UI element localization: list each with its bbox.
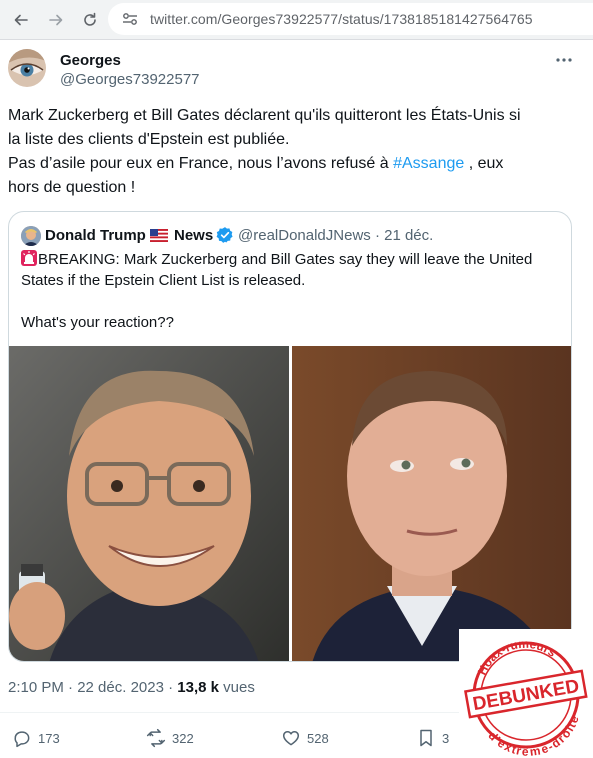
quote-author-name[interactable]: Donald Trump bbox=[45, 227, 146, 244]
site-settings-icon[interactable] bbox=[116, 8, 144, 30]
retweet-count: 322 bbox=[172, 730, 194, 746]
tweet-metadata: 2:10 PM · 22 déc. 2023 · 13,8 k vues bbox=[8, 679, 255, 696]
tweet-text-line: Mark Zuckerberg et Bill Gates déclarent … bbox=[8, 107, 521, 124]
reply-button[interactable]: 173 bbox=[12, 728, 60, 748]
us-flag-icon bbox=[150, 229, 168, 242]
debunked-stamp: Hoax-rumeurs DEBUNKED d'extrême-droite bbox=[459, 629, 593, 758]
address-bar[interactable]: twitter.com/Georges73922577/status/17381… bbox=[108, 3, 593, 35]
tweet-text-segment: Pas d’asile pour eux en France, nous l’a… bbox=[8, 155, 394, 172]
author-handle[interactable]: @Georges73922577 bbox=[60, 71, 200, 88]
forward-arrow-icon[interactable] bbox=[44, 8, 68, 32]
quote-text-line: States if the Epstein Client List is rel… bbox=[21, 272, 306, 289]
tweet-text-line: hors de question ! bbox=[8, 179, 136, 196]
reload-icon[interactable] bbox=[78, 8, 102, 32]
views-label: vues bbox=[219, 679, 255, 696]
more-icon[interactable] bbox=[552, 50, 576, 70]
quote-avatar[interactable] bbox=[21, 226, 41, 246]
photo-left[interactable] bbox=[9, 346, 289, 661]
photo-right[interactable] bbox=[292, 346, 571, 661]
url-text[interactable]: twitter.com/Georges73922577/status/17381… bbox=[150, 11, 533, 27]
back-arrow-icon[interactable] bbox=[9, 8, 33, 32]
like-icon bbox=[282, 731, 300, 746]
tweet-text-line: Pas d’asile pour eux en France, nous l’a… bbox=[8, 152, 588, 176]
bookmark-icon bbox=[420, 729, 432, 747]
browser-toolbar: twitter.com/Georges73922577/status/17381… bbox=[0, 0, 593, 40]
bookmark-button[interactable]: 3 bbox=[416, 728, 449, 748]
author-name[interactable]: Georges bbox=[60, 52, 121, 69]
views-count: 13,8 k bbox=[177, 679, 219, 696]
avatar[interactable] bbox=[8, 49, 46, 87]
tweet-text-segment: , eux bbox=[464, 155, 504, 172]
alarm-light-icon bbox=[21, 250, 37, 266]
like-button[interactable]: 528 bbox=[281, 728, 329, 748]
reply-count: 173 bbox=[38, 730, 60, 746]
quote-text-segment: BREAKING: Mark Zuckerberg and Bill Gates… bbox=[38, 251, 533, 268]
tweet-time[interactable]: 2:10 PM · 22 déc. 2023 bbox=[8, 679, 164, 696]
quote-handle-date[interactable]: @realDonaldJNews · 21 déc. bbox=[238, 227, 433, 244]
like-count: 528 bbox=[307, 730, 329, 746]
quoted-tweet-card[interactable]: Donald Trump News @realDonaldJNews · 21 … bbox=[8, 211, 572, 662]
retweet-button[interactable]: 322 bbox=[146, 728, 194, 748]
quote-text-line: What's your reaction?? bbox=[21, 314, 174, 331]
verified-badge-icon bbox=[216, 226, 234, 244]
quote-news-label[interactable]: News bbox=[174, 227, 213, 244]
hashtag-link[interactable]: #Assange bbox=[393, 155, 464, 172]
quote-text-line: BREAKING: Mark Zuckerberg and Bill Gates… bbox=[21, 249, 566, 270]
quote-media[interactable] bbox=[9, 346, 571, 661]
tweet-text: Mark Zuckerberg et Bill Gates déclarent … bbox=[8, 104, 588, 200]
reply-icon bbox=[14, 731, 30, 748]
retweet-icon bbox=[146, 728, 166, 748]
quote-text: BREAKING: Mark Zuckerberg and Bill Gates… bbox=[21, 249, 566, 333]
tweet-text-line: la liste des clients d'Epstein est publi… bbox=[8, 131, 290, 148]
bookmark-count: 3 bbox=[442, 730, 450, 746]
